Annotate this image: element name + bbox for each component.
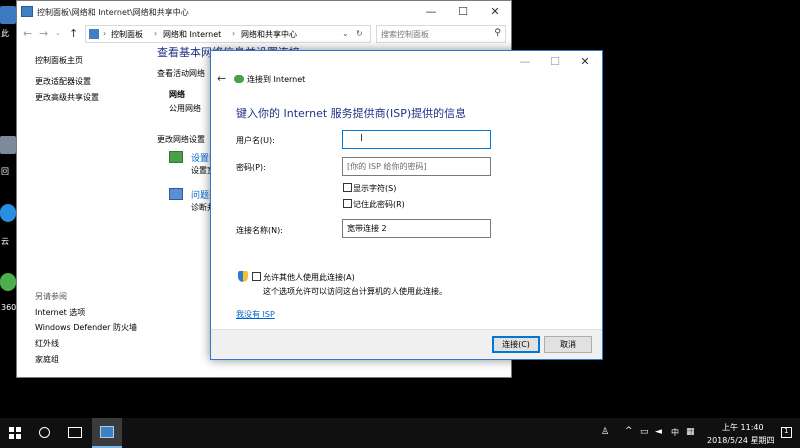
- uac-shield-icon: [238, 271, 248, 282]
- taskbar-app-network-window[interactable]: [92, 418, 122, 448]
- desktop-label-2: 回: [1, 167, 9, 176]
- password-label: 密码(P):: [236, 163, 266, 172]
- ime-indicator[interactable]: 中: [671, 427, 679, 438]
- dialog-minimize-button[interactable]: —: [509, 51, 541, 73]
- desktop-icon-cloud[interactable]: [0, 204, 16, 222]
- cp-navbar: ← → ⌄ ↑ › 控制面板 › 网络和 Internet › 网络和共享中心 …: [17, 23, 511, 45]
- dialog-close-button[interactable]: ✕: [569, 51, 601, 73]
- address-sep-0: ›: [103, 29, 107, 38]
- desktop-icon-360[interactable]: [0, 273, 16, 291]
- notification-count: 1: [784, 427, 789, 435]
- link-homegroup[interactable]: 家庭组: [35, 354, 59, 365]
- active-networks-label: 查看活动网络: [157, 69, 205, 78]
- desktop-icon-recycle-bin[interactable]: [0, 136, 16, 154]
- cp-close-button[interactable]: ✕: [479, 1, 511, 23]
- refresh-icon[interactable]: ↻: [356, 29, 363, 38]
- search-circle-icon[interactable]: [39, 427, 50, 438]
- breadcrumb-sharing-center[interactable]: 网络和共享中心: [241, 29, 297, 40]
- search-box[interactable]: 搜索控制面板 ⚲: [376, 25, 506, 43]
- cp-title: 控制面板\网络和 Internet\网络和共享中心: [37, 8, 189, 17]
- connect-internet-dialog: — ☐ ✕ ← 连接到 Internet 键入你的 Internet 服务提供商…: [210, 50, 603, 360]
- no-isp-link[interactable]: 我没有 ISP: [236, 309, 275, 320]
- search-icon: ⚲: [494, 28, 501, 38]
- cp-titlebar[interactable]: 控制面板\网络和 Internet\网络和共享中心 — ☐ ✕: [17, 1, 511, 23]
- troubleshoot-icon: [169, 188, 183, 200]
- desktop-label-1: 此: [1, 29, 9, 38]
- back-arrow-icon[interactable]: ←: [23, 27, 32, 40]
- link-cp-home[interactable]: 控制面板主页: [35, 55, 83, 66]
- recent-dropdown-icon[interactable]: ⌄: [55, 29, 61, 37]
- dialog-footer: 连接(C) 取消: [211, 329, 602, 359]
- link-internet-options[interactable]: Internet 选项: [35, 307, 85, 318]
- cp-maximize-button[interactable]: ☐: [447, 1, 479, 23]
- dialog-maximize-button[interactable]: ☐: [539, 51, 571, 73]
- taskbar: ♙ ^ ▭ ◄ 中 ▦ 上午 11:40 2018/5/24 星期四 1: [0, 418, 800, 448]
- see-also-header: 另请参阅: [35, 292, 67, 301]
- dialog-back-arrow-icon[interactable]: ←: [217, 72, 226, 85]
- network-window-icon: [21, 6, 33, 17]
- start-button[interactable]: [9, 427, 21, 439]
- cp-minimize-button[interactable]: —: [415, 1, 447, 23]
- address-dropdown-icon[interactable]: ⌄: [342, 29, 349, 38]
- change-network-settings-label: 更改网络设置: [157, 135, 205, 144]
- show-chars-label[interactable]: 显示字符(S): [353, 183, 396, 194]
- address-sep-2: ›: [232, 29, 236, 38]
- keyboard-icon[interactable]: ▦: [686, 427, 695, 437]
- connect-button[interactable]: 连接(C): [492, 336, 540, 353]
- password-placeholder: [你的 ISP 给你的密码]: [347, 162, 427, 171]
- network-name: 网络: [169, 90, 185, 99]
- clock-time[interactable]: 上午 11:40: [722, 422, 764, 433]
- desktop-icon-this-pc[interactable]: [0, 6, 16, 24]
- text-cursor-icon: I: [360, 133, 363, 144]
- address-sep-1: ›: [154, 29, 158, 38]
- setup-connection-icon: [169, 151, 183, 163]
- password-field[interactable]: [你的 ISP 给你的密码]: [342, 157, 491, 176]
- breadcrumb-network-internet[interactable]: 网络和 Internet: [163, 29, 221, 40]
- forward-arrow-icon[interactable]: →: [39, 27, 48, 40]
- connection-name-label: 连接名称(N):: [236, 226, 283, 235]
- search-placeholder: 搜索控制面板: [381, 30, 429, 39]
- cancel-button[interactable]: 取消: [544, 336, 592, 353]
- dialog-heading: 键入你的 Internet 服务提供商(ISP)提供的信息: [236, 107, 467, 120]
- notification-center-icon[interactable]: 1: [781, 427, 792, 438]
- person-icon[interactable]: ♙: [601, 427, 609, 437]
- allow-others-desc: 这个选项允许可以访问这台计算机的人使用此连接。: [263, 287, 447, 296]
- clock-date[interactable]: 2018/5/24 星期四: [707, 435, 775, 446]
- dialog-title: 连接到 Internet: [247, 75, 306, 84]
- up-arrow-icon[interactable]: ↑: [69, 27, 78, 40]
- allow-others-label[interactable]: 允许其他人使用此连接(A): [263, 272, 355, 283]
- dialog-globe-icon: [234, 75, 244, 83]
- volume-icon[interactable]: ◄: [655, 427, 662, 437]
- link-advanced-sharing[interactable]: 更改高级共享设置: [35, 92, 99, 103]
- breadcrumb-control-panel[interactable]: 控制面板: [111, 29, 143, 40]
- remember-password-label[interactable]: 记住此密码(R): [353, 199, 405, 210]
- desktop-label-3: 云: [1, 237, 9, 246]
- control-panel-app-icon: [100, 426, 114, 438]
- username-label: 用户名(U):: [236, 136, 275, 145]
- windows-logo-icon: [9, 427, 21, 439]
- link-defender-firewall[interactable]: Windows Defender 防火墙: [35, 322, 137, 333]
- username-field[interactable]: I: [342, 130, 491, 149]
- link-infrared[interactable]: 红外线: [35, 338, 59, 349]
- network-tray-icon[interactable]: ▭: [640, 427, 649, 437]
- link-change-adapter[interactable]: 更改适配器设置: [35, 76, 91, 87]
- address-bar[interactable]: › 控制面板 › 网络和 Internet › 网络和共享中心 ⌄ ↻: [85, 25, 371, 43]
- remember-password-checkbox[interactable]: [343, 199, 352, 208]
- allow-others-checkbox[interactable]: [252, 272, 261, 281]
- network-type: 公用网络: [169, 104, 201, 113]
- address-network-icon: [89, 29, 99, 39]
- task-view-icon[interactable]: [68, 427, 82, 438]
- show-chars-checkbox[interactable]: [343, 183, 352, 192]
- connection-name-value: 宽带连接 2: [347, 224, 387, 233]
- connection-name-field[interactable]: 宽带连接 2: [342, 219, 491, 238]
- tray-expand-icon[interactable]: ^: [625, 426, 633, 436]
- desktop-label-4: 360: [1, 303, 17, 312]
